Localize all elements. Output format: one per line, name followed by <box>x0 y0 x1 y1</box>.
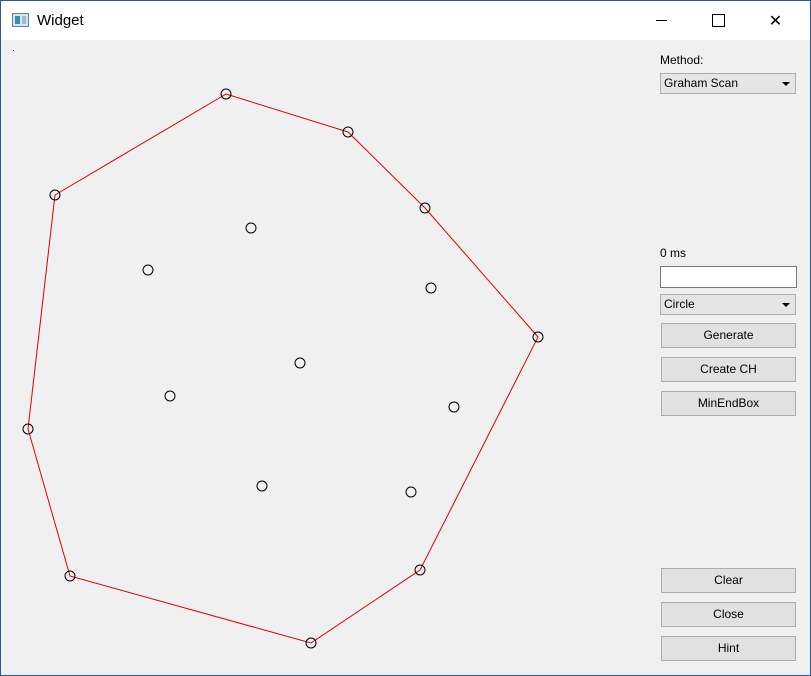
minendbox-button[interactable]: MinEndBox <box>661 391 796 416</box>
method-select[interactable]: Graham Scan <box>660 73 796 94</box>
window-title: Widget <box>37 12 84 29</box>
point <box>294 357 306 369</box>
shape-select[interactable]: Circle <box>660 294 796 315</box>
time-label: 0 ms <box>660 246 687 260</box>
point <box>425 282 437 294</box>
point <box>256 480 268 492</box>
shape-select-value: Circle <box>664 297 695 311</box>
input-field[interactable] <box>660 266 797 288</box>
create-ch-button[interactable]: Create CH <box>661 357 796 382</box>
drawing-canvas[interactable] <box>1 40 646 675</box>
title-bar: Widget ✕ <box>1 1 810 40</box>
clear-button[interactable]: Clear <box>661 568 796 593</box>
point <box>142 264 154 276</box>
origin-dot <box>13 50 14 51</box>
minimize-button[interactable] <box>633 1 690 40</box>
minimize-icon <box>656 20 667 21</box>
close-button[interactable]: Close <box>661 602 796 627</box>
chevron-down-icon <box>782 303 790 307</box>
point <box>164 390 176 402</box>
points <box>22 88 544 649</box>
app-icon <box>12 13 29 27</box>
point <box>448 401 460 413</box>
maximize-icon <box>712 14 725 27</box>
close-window-button[interactable]: ✕ <box>747 1 804 40</box>
convex-hull <box>27 93 539 644</box>
method-label: Method: <box>660 53 704 67</box>
hint-button[interactable]: Hint <box>661 636 796 661</box>
method-select-value: Graham Scan <box>664 76 739 90</box>
point <box>245 222 257 234</box>
point <box>405 486 417 498</box>
chevron-down-icon <box>782 82 790 86</box>
close-icon: ✕ <box>768 11 783 30</box>
app-window: Widget ✕ Method: Graham Scan 0 ms Circle… <box>0 0 811 676</box>
maximize-button[interactable] <box>690 1 747 40</box>
generate-button[interactable]: Generate <box>661 323 796 348</box>
